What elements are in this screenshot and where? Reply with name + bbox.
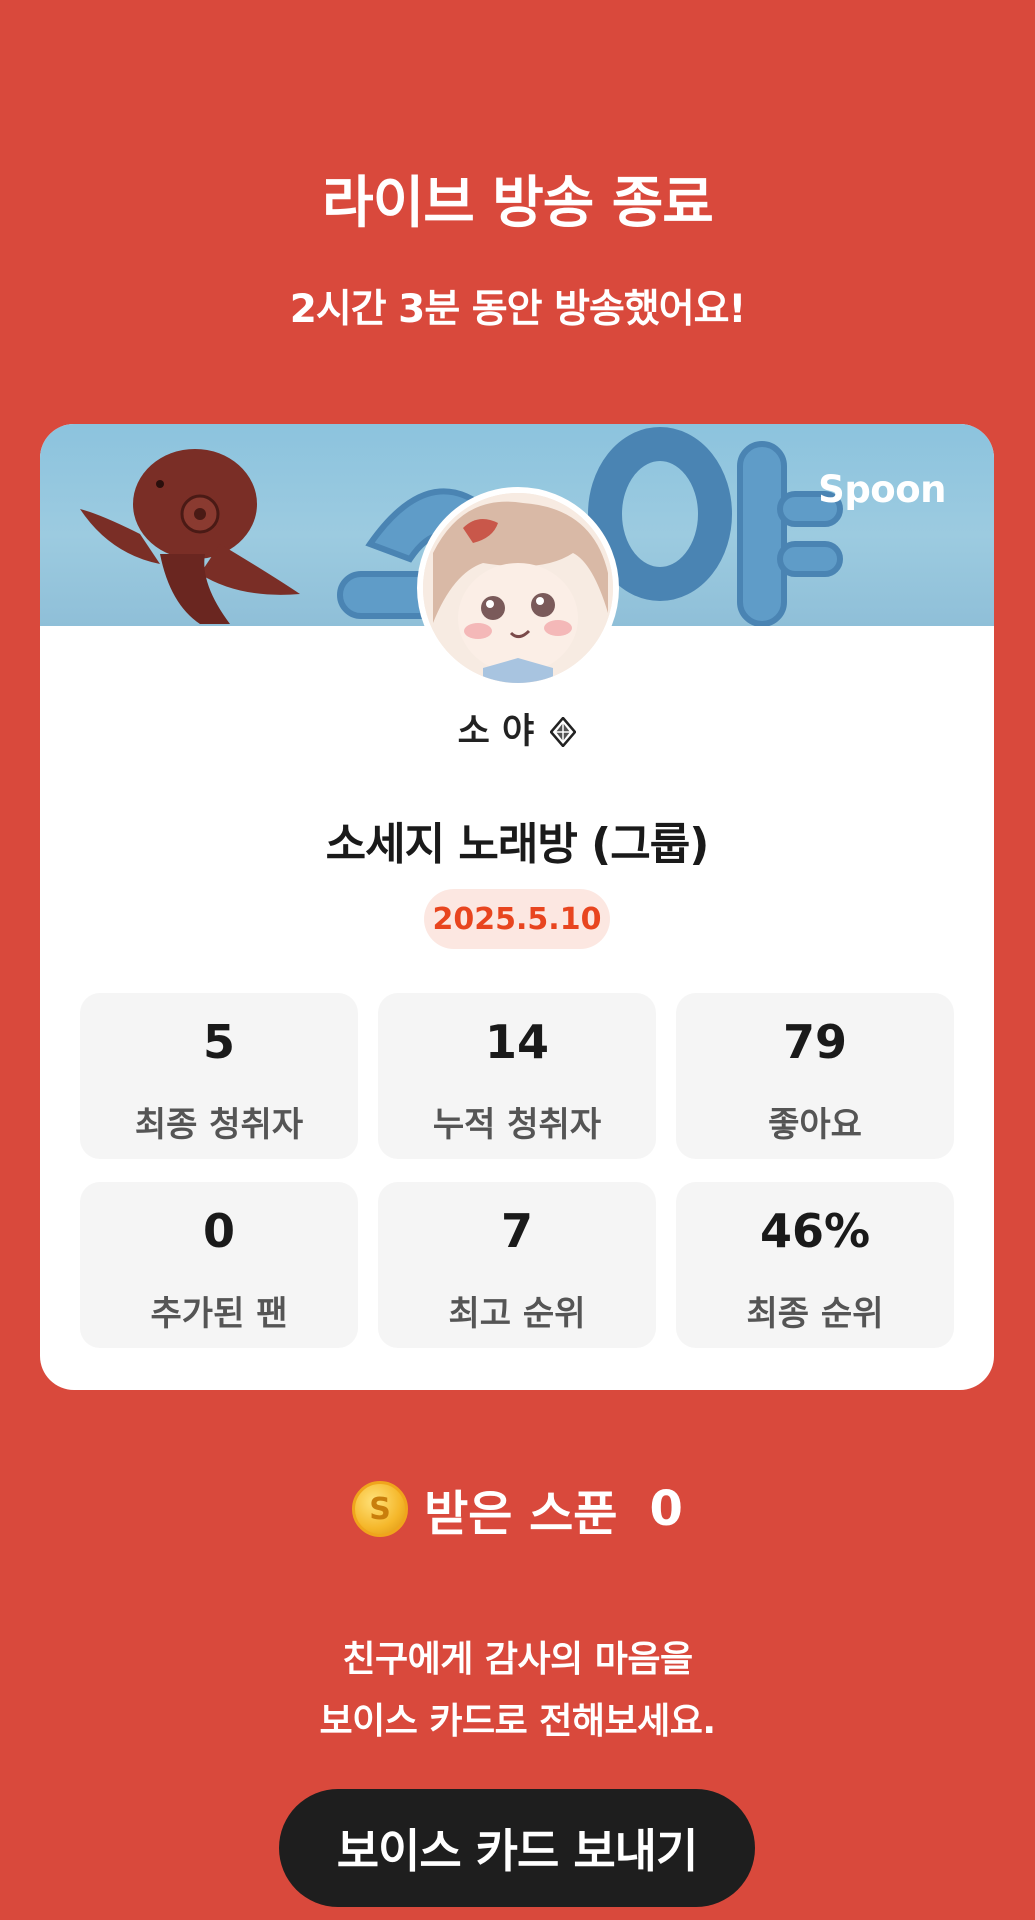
- stat-best-rank: 7 최고 순위: [378, 1182, 656, 1348]
- stat-label: 추가된 팬: [150, 1294, 288, 1334]
- stat-label: 좋아요: [768, 1105, 862, 1145]
- octopus-illustration: [80, 449, 300, 624]
- stat-final-listeners: 5 최종 청취자: [80, 993, 358, 1159]
- stat-label: 최종 청취자: [134, 1105, 304, 1145]
- stat-value: 14: [484, 1015, 549, 1069]
- spoon-logo: Spoon: [818, 468, 946, 511]
- received-spoons-value: 0: [649, 1481, 683, 1537]
- stat-label: 최고 순위: [448, 1294, 586, 1334]
- stat-likes: 79 좋아요: [676, 993, 954, 1159]
- page-title: 라이브 방송 종료: [322, 171, 714, 236]
- thanks-message-line1: 친구에게 감사의 마음을: [342, 1639, 693, 1680]
- received-spoons-label: 받은 스푼: [424, 1486, 618, 1542]
- diamond-badge-icon: [549, 716, 578, 756]
- received-spoons: S 받은 스푼 0: [0, 1474, 1035, 1544]
- stat-value: 5: [202, 1015, 235, 1069]
- stat-label: 최종 순위: [746, 1294, 884, 1334]
- broadcast-summary-card: Spoon 소 야 소세지 노래방 (그룹) 2025.5.10 5 최종 청취…: [40, 424, 994, 1390]
- avatar-illustration: [423, 493, 613, 683]
- room-title: 소세지 노래방 (그룹): [325, 819, 710, 870]
- stat-total-listeners: 14 누적 청취자: [378, 993, 656, 1159]
- stat-new-fans: 0 추가된 팬: [80, 1182, 358, 1348]
- stat-value: 79: [782, 1015, 847, 1069]
- streamer-nickname: 소 야: [40, 703, 994, 756]
- coin-icon: S: [352, 1481, 409, 1537]
- date-badge: 2025.5.10: [424, 889, 610, 949]
- stat-label: 누적 청취자: [432, 1105, 602, 1145]
- stat-value: 7: [500, 1204, 533, 1258]
- stat-final-rank: 46% 최종 순위: [676, 1182, 954, 1348]
- thanks-message-line2: 보이스 카드로 전해보세요.: [319, 1701, 716, 1742]
- avatar[interactable]: [417, 487, 619, 689]
- stat-value: 0: [202, 1204, 235, 1258]
- send-voice-card-button[interactable]: 보이스 카드 보내기: [279, 1789, 755, 1907]
- stat-value: 46%: [759, 1204, 871, 1258]
- broadcast-duration: 2시간 3분 동안 방송했어요!: [289, 287, 747, 332]
- nickname-text: 소 야: [457, 712, 535, 752]
